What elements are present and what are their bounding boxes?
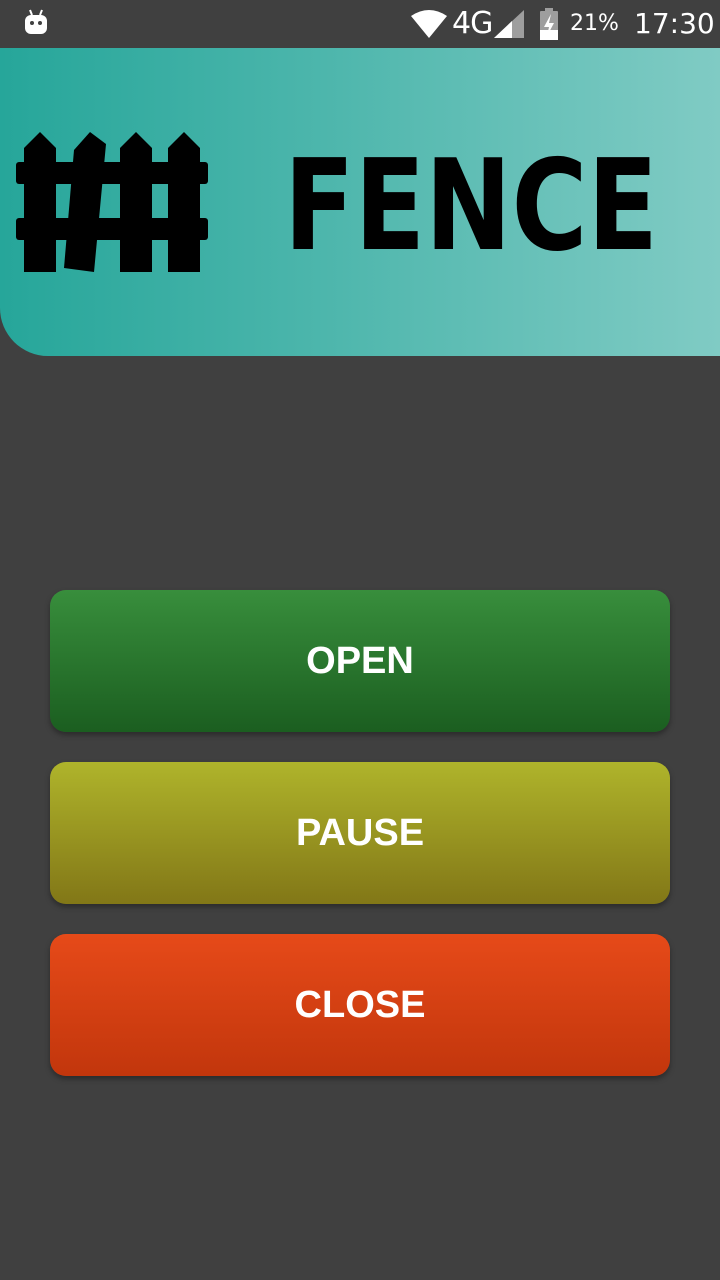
app-title: FENCE (284, 132, 659, 279)
wifi-icon (411, 10, 447, 38)
battery-percentage: 21% (570, 11, 619, 36)
pause-button[interactable]: PAUSE (50, 762, 670, 904)
open-button[interactable]: OPEN (50, 590, 670, 732)
app-header: FENCE (0, 48, 720, 356)
android-debug-icon (25, 9, 47, 34)
status-bar: 4G 21% 17:30 (0, 0, 720, 48)
battery-charging-icon (540, 8, 558, 40)
clock: 17:30 (634, 7, 715, 40)
network-type: 4G (452, 6, 493, 41)
signal-icon (494, 10, 524, 38)
fence-icon (16, 132, 208, 272)
close-button[interactable]: CLOSE (50, 934, 670, 1076)
